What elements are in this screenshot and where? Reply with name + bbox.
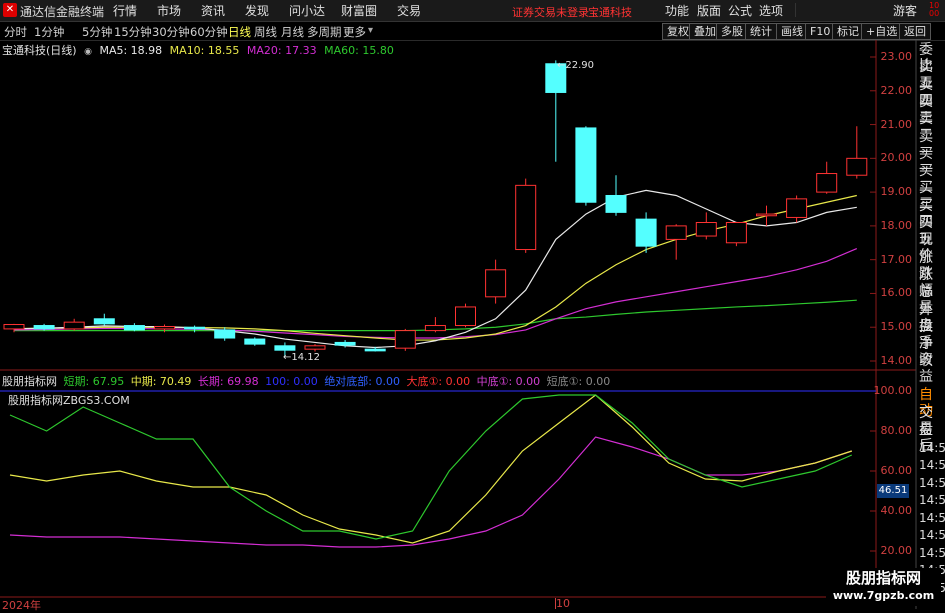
candle-body bbox=[725, 222, 747, 244]
candle-body bbox=[816, 173, 838, 193]
date-start-label: 2024年 bbox=[2, 599, 41, 612]
tick-time-label: 14:56 bbox=[919, 528, 945, 542]
quote-sidebar: 委比 卖五 卖四 卖三 卖二 卖一 买一 买二 买三 买四 买五 现价 涨跌 涨幅 总量 外盘 换手 净资 收益 自动… bbox=[917, 42, 945, 597]
long-term-value: 长期: 69.98 bbox=[197, 375, 259, 388]
candle-body bbox=[665, 225, 687, 240]
indicator-name: 股朋指标网 bbox=[2, 375, 57, 388]
cursor-value-box: 46.51 bbox=[877, 484, 909, 498]
candle-body bbox=[695, 222, 717, 237]
date-tick bbox=[555, 598, 556, 609]
mid-bottom-value: 中底①: 0.00 bbox=[476, 375, 541, 388]
short-term-value: 短期: 67.95 bbox=[63, 375, 125, 388]
candle-body bbox=[63, 321, 85, 330]
price-axis-label: 19.00 bbox=[880, 185, 913, 199]
candle-body bbox=[605, 194, 627, 213]
tick-time-label: 14:56 bbox=[919, 493, 945, 507]
candle-body bbox=[575, 127, 597, 203]
candle-body bbox=[93, 318, 115, 325]
candle-body bbox=[786, 198, 808, 218]
tick-time-label: 14:56 bbox=[919, 475, 945, 490]
indicator-long-line bbox=[9, 436, 852, 548]
candle-body bbox=[334, 341, 356, 346]
big-bottom-value: 大底①: 0.00 bbox=[406, 375, 471, 388]
mid-term-value: 中期: 70.49 bbox=[130, 375, 192, 388]
price-axis-label: 20.00 bbox=[880, 151, 913, 165]
price-axis-label: 22.00 bbox=[880, 83, 913, 97]
candle-body bbox=[756, 213, 777, 217]
candle-body bbox=[3, 324, 25, 330]
candle-body bbox=[274, 345, 296, 351]
indicator-legend: 股朋指标网 短期: 67.95 中期: 70.49 长期: 69.98 100:… bbox=[2, 373, 613, 389]
indicator-mid-line bbox=[9, 394, 852, 544]
date-month-label: 10 bbox=[556, 597, 570, 610]
price-axis-label: 21.00 bbox=[880, 117, 913, 131]
sidebar-field-label: 收益 bbox=[919, 353, 933, 386]
tick-time-label: 14:56 bbox=[919, 440, 945, 455]
high-annotation: ←22.90 bbox=[557, 60, 594, 71]
indicator-axis-label: 20.00 bbox=[880, 544, 913, 557]
indicator-axis-label: 80.00 bbox=[880, 424, 913, 437]
watermark-url: www.7gpzb.com bbox=[832, 589, 935, 602]
short-bottom-value: 短底①: 0.00 bbox=[546, 375, 611, 388]
candle-body bbox=[635, 218, 657, 247]
price-axis-label: 17.00 bbox=[880, 252, 913, 266]
indicator-short-line bbox=[9, 394, 853, 540]
candle-body bbox=[154, 326, 175, 330]
candle-body bbox=[846, 157, 868, 176]
kline-chart[interactable]: ←22.90 ←14.12 bbox=[0, 0, 945, 609]
indicator-axis-label: 60.00 bbox=[880, 464, 913, 477]
site-watermark: 股朋指标网 www.7gpzb.com bbox=[826, 568, 941, 606]
tick-time-label: 14:56 bbox=[919, 545, 945, 560]
price-axis-label: 14.00 bbox=[880, 354, 913, 367]
absolute-bottom-value: 绝对底部: 0.00 bbox=[324, 375, 401, 388]
indicator-axis-label: 100.00 bbox=[873, 384, 913, 397]
tick-time-label: 14:56 bbox=[919, 458, 945, 472]
candle-body bbox=[424, 325, 446, 332]
candle-body bbox=[304, 345, 326, 350]
indicator-axis-label: 40.00 bbox=[880, 504, 913, 517]
level-100-value: 100: 0.00 bbox=[265, 375, 318, 388]
price-axis-label: 18.00 bbox=[880, 218, 913, 232]
candle-body bbox=[364, 348, 386, 352]
low-annotation: ←14.12 bbox=[283, 352, 320, 363]
candle-body bbox=[123, 325, 145, 331]
price-axis-label: 16.00 bbox=[880, 286, 913, 300]
candle-body bbox=[214, 329, 236, 339]
price-axis-label: 15.00 bbox=[880, 320, 913, 334]
tick-time-label: 14:56 bbox=[919, 510, 945, 525]
indicator-watermark: 股朋指标网ZBGS3.COM bbox=[8, 394, 130, 407]
candle-body bbox=[394, 330, 416, 349]
candle-body bbox=[33, 325, 55, 330]
candle-body bbox=[515, 184, 537, 251]
candle-body bbox=[184, 326, 206, 330]
watermark-title: 股朋指标网 bbox=[845, 569, 921, 587]
candle-body bbox=[244, 338, 266, 345]
candle-body bbox=[455, 306, 476, 327]
price-axis-label: 23.00 bbox=[880, 50, 913, 63]
candle-body bbox=[485, 269, 507, 298]
